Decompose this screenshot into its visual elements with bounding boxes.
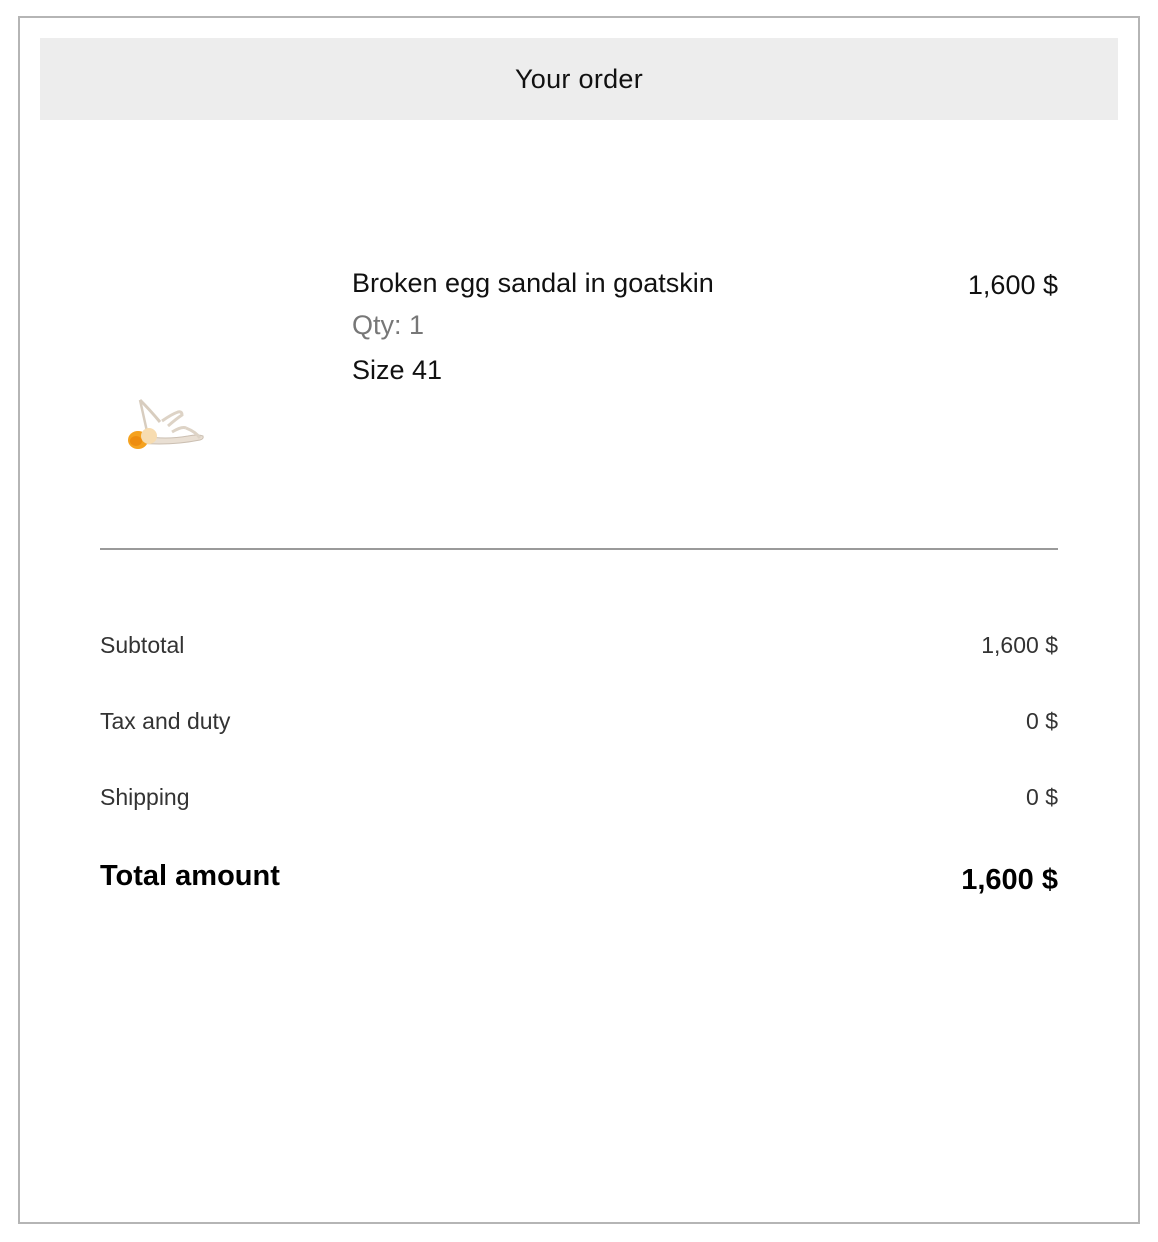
- total-value: 1,600 $: [961, 864, 1058, 896]
- product-image[interactable]: [100, 388, 220, 458]
- order-line-item: Broken egg sandal in goatskin Qty: 1 Siz…: [100, 258, 1058, 478]
- total-row: Total amount 1,600 $: [100, 860, 1058, 897]
- shipping-row: Shipping 0 $: [100, 784, 1058, 811]
- product-name[interactable]: Broken egg sandal in goatskin: [352, 266, 714, 300]
- subtotal-value: 1,600 $: [981, 632, 1058, 658]
- order-header: Your order: [40, 38, 1118, 120]
- tax-label: Tax and duty: [100, 708, 231, 734]
- product-size: Size 41: [352, 355, 443, 385]
- shipping-value: 0 $: [1026, 784, 1058, 810]
- order-title: Your order: [514, 63, 644, 94]
- subtotal-row: Subtotal 1,600 $: [100, 632, 1058, 659]
- shipping-label: Shipping: [100, 784, 190, 810]
- order-summary-panel: Your order Broken egg sandal in goatskin: [18, 16, 1140, 1224]
- product-quantity: Qty: 1: [352, 310, 425, 340]
- item-details: Broken egg sandal in goatskin Qty: 1 Siz…: [352, 266, 714, 387]
- tax-row: Tax and duty 0 $: [100, 708, 1058, 735]
- divider: [100, 548, 1058, 550]
- total-label: Total amount: [100, 860, 280, 892]
- subtotal-label: Subtotal: [100, 632, 185, 658]
- tax-value: 0 $: [1026, 708, 1058, 734]
- product-price: 1,600 $: [967, 270, 1058, 300]
- sandal-product-image: [128, 398, 204, 449]
